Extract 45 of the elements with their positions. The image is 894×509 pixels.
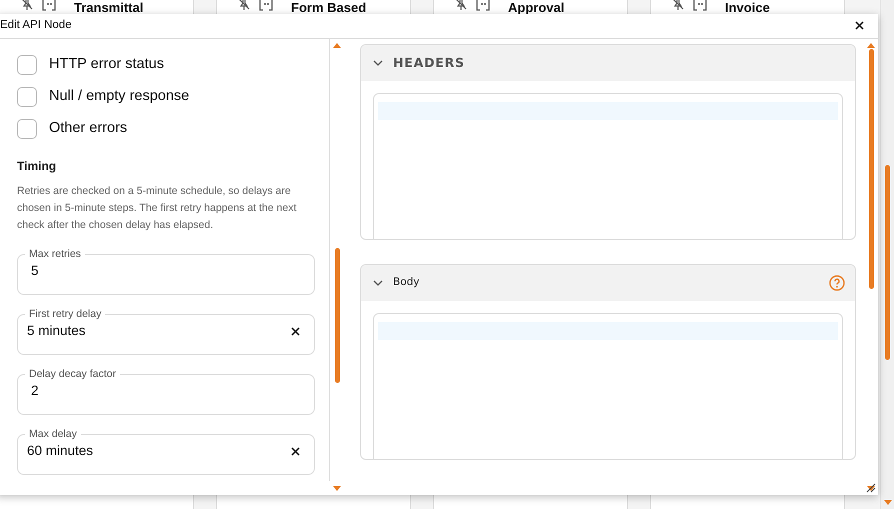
pin-slash-icon[interactable] bbox=[20, 0, 34, 11]
select-field[interactable]: Max delay 60 minutes bbox=[17, 428, 315, 475]
input-field[interactable]: Delay decay factor 2 bbox=[17, 368, 315, 415]
clear-icon bbox=[291, 326, 300, 336]
field-label: Max delay bbox=[28, 428, 78, 441]
node-title: Transmittal bbox=[74, 1, 144, 15]
field-value: 60 minutes bbox=[27, 442, 94, 460]
dialog-title: Edit API Node bbox=[0, 18, 72, 34]
checkbox[interactable] bbox=[17, 119, 37, 139]
node-title: Invoice bbox=[725, 1, 770, 15]
bracket-icon[interactable] bbox=[42, 0, 56, 11]
checkbox-label: Null / empty response bbox=[49, 87, 190, 106]
field-label: Max retries bbox=[28, 248, 82, 261]
section-header[interactable]: HEADERS bbox=[361, 45, 855, 81]
pin-slash-icon[interactable] bbox=[454, 0, 468, 11]
pin-slash-icon[interactable] bbox=[237, 0, 251, 11]
field-value: 5 minutes bbox=[27, 322, 87, 340]
resize-grip-icon[interactable] bbox=[866, 483, 876, 493]
select-field[interactable]: First retry delay 5 minutes bbox=[17, 308, 315, 355]
node-title: Form Based bbox=[291, 1, 366, 15]
chevron-down-icon[interactable] bbox=[373, 278, 383, 288]
checkbox[interactable] bbox=[17, 87, 37, 107]
field-value: 5 bbox=[30, 262, 40, 280]
help-text: Retries are checked on a 5-minute schedule, so delays are chosen in 5-minute steps. The first retry happens at the next check after the chosen delay has elapsed. bbox=[17, 184, 298, 233]
checkbox-label: HTTP error status bbox=[49, 55, 164, 74]
section-heading: Timing bbox=[17, 158, 58, 175]
bracket-icon[interactable] bbox=[693, 0, 707, 11]
chevron-down-icon[interactable] bbox=[373, 58, 383, 68]
checkbox[interactable] bbox=[17, 55, 37, 75]
field-label: Delay decay factor bbox=[28, 368, 117, 381]
bracket-icon[interactable] bbox=[259, 0, 273, 11]
input-field[interactable]: Max retries 5 bbox=[17, 248, 315, 295]
section-header[interactable]: Body bbox=[361, 265, 855, 301]
node-title: Approval bbox=[508, 1, 564, 15]
close-icon bbox=[855, 21, 864, 30]
bracket-icon[interactable] bbox=[476, 0, 490, 11]
section-title: Body bbox=[393, 275, 420, 290]
checkbox-label: Other errors bbox=[49, 119, 128, 138]
page-scrollbar[interactable] bbox=[880, 0, 894, 509]
help-icon[interactable] bbox=[829, 275, 845, 291]
clear-icon bbox=[291, 446, 300, 456]
pin-slash-icon[interactable] bbox=[671, 0, 685, 11]
section-title: HEADERS bbox=[393, 54, 465, 72]
field-value: 2 bbox=[30, 382, 40, 400]
field-label: First retry delay bbox=[28, 308, 102, 321]
